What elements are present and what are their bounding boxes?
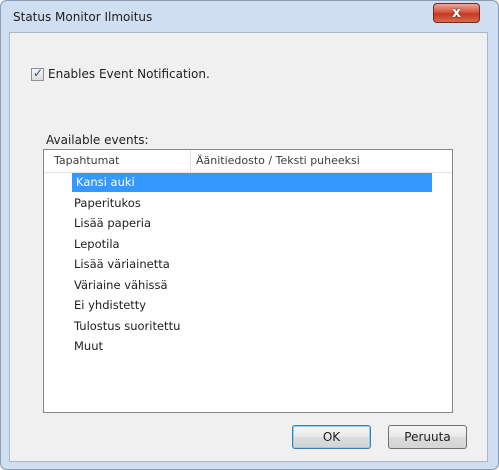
event-list-item[interactable]: Kansi auki [72, 173, 432, 192]
event-label: Muut [74, 339, 104, 353]
event-label: Paperitukos [74, 195, 141, 210]
event-label: Kansi auki [76, 175, 135, 189]
dialog-window: Status Monitor Ilmoitus x ✓ Enables Even… [0, 0, 499, 470]
event-notification-label[interactable]: Enables Event Notification. [48, 67, 210, 81]
available-events-label: Available events: [46, 133, 149, 147]
event-list-item[interactable]: Väriaine vähissä [72, 276, 432, 295]
events-list[interactable]: Tapahtumat Äänitiedosto / Teksti puheeks… [43, 149, 453, 413]
dialog-content: ✓ Enables Event Notification. Available … [9, 32, 488, 462]
event-label: Lisää paperia [74, 216, 152, 230]
window-title: Status Monitor Ilmoitus [13, 10, 153, 24]
column-divider[interactable] [190, 150, 191, 172]
event-list-item[interactable]: Ei yhdistetty [72, 296, 432, 315]
column-header-events[interactable]: Tapahtumat [54, 154, 119, 167]
event-list-item[interactable]: Tulostus suoritettu [72, 317, 432, 336]
event-list-item[interactable]: Lisää väriainetta [72, 255, 432, 274]
event-label: Tulostus suoritettu [74, 318, 181, 333]
event-label: Väriaine vähissä [74, 277, 168, 292]
event-list-item[interactable]: Muut [72, 337, 432, 356]
event-notification-checkbox[interactable]: ✓ [31, 66, 44, 81]
close-button[interactable]: x [433, 3, 480, 23]
checkmark-icon: ✓ [33, 66, 44, 80]
cancel-button[interactable]: Peruuta [388, 425, 467, 449]
title-bar[interactable]: Status Monitor Ilmoitus x [1, 1, 498, 33]
event-label: Ei yhdistetty [74, 298, 147, 312]
event-label: Lisää väriainetta [74, 257, 170, 271]
event-list-item[interactable]: Lepotila [72, 235, 432, 254]
ok-button[interactable]: OK [292, 425, 371, 449]
event-list-item[interactable]: Paperitukos [72, 194, 432, 213]
column-header-sound-file[interactable]: Äänitiedosto / Teksti puheeksi [196, 154, 360, 167]
close-icon: x [451, 5, 462, 21]
event-list-item[interactable]: Lisää paperia [72, 214, 432, 233]
event-label: Lepotila [74, 236, 120, 251]
list-header: Tapahtumat Äänitiedosto / Teksti puheeks… [44, 150, 452, 173]
